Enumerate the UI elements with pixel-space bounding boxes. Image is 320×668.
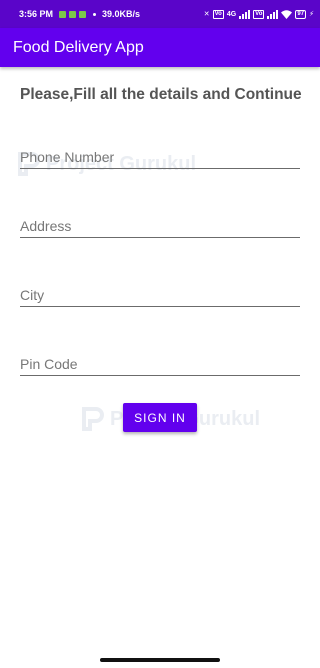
volte-icon-2: Vo [253, 9, 265, 19]
signal-icon-2 [267, 9, 279, 19]
pin-code-field[interactable] [20, 353, 300, 376]
more-notifications-icon [93, 12, 97, 16]
form-heading: Please,Fill all the details and Continue [20, 86, 302, 103]
status-time: 3:56 PM [19, 9, 54, 19]
app-title: Food Delivery App [13, 38, 144, 56]
phone-number-field[interactable] [20, 146, 300, 169]
city-field[interactable] [20, 284, 300, 307]
notification-icon [79, 10, 87, 18]
notification-icon [59, 10, 67, 18]
sign-in-button[interactable]: SIGN IN [123, 403, 197, 432]
notification-icon [69, 10, 77, 18]
battery-icon: 97 [295, 9, 307, 19]
lte-icon: 4G [226, 10, 237, 18]
gesture-nav-handle[interactable] [100, 658, 220, 662]
mute-icon: ✕ [203, 10, 210, 18]
watermark-logo-icon [82, 407, 104, 431]
volte-icon: Vo [212, 9, 224, 19]
signal-icon [239, 9, 251, 19]
wifi-icon [281, 9, 293, 19]
charging-icon: ⚡ [309, 10, 314, 18]
network-speed: 39.0KB/s [102, 9, 141, 19]
address-field[interactable] [20, 215, 300, 238]
status-bar: 3:56 PM 39.0KB/s ✕ Vo 4G Vo 97 ⚡ [0, 0, 320, 28]
app-bar: Food Delivery App [0, 28, 320, 67]
